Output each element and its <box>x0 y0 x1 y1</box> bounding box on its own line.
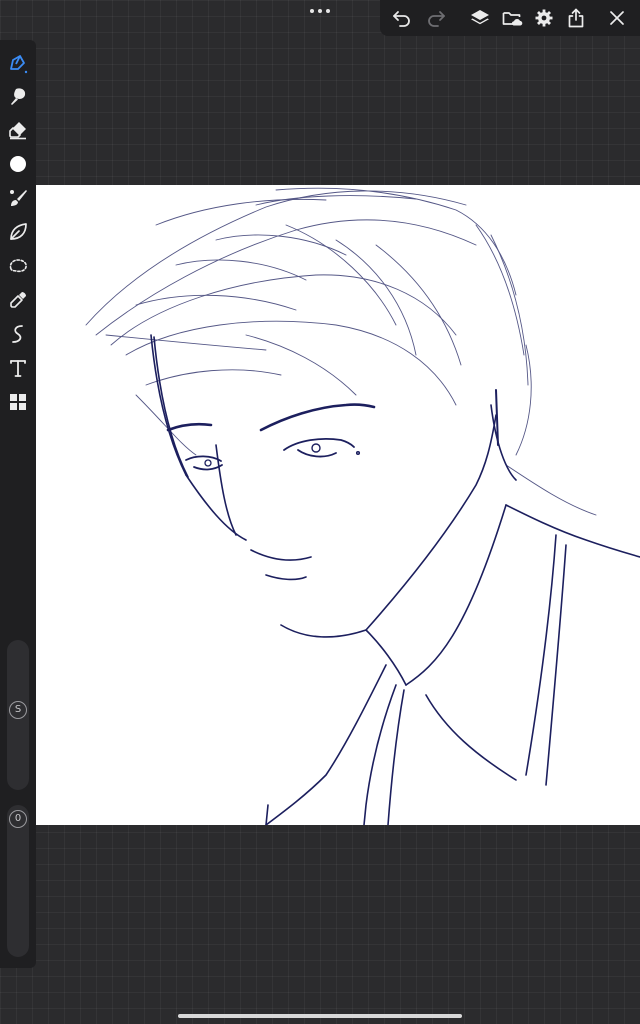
layout-grid-icon <box>10 394 26 410</box>
tool-color[interactable] <box>3 150 33 178</box>
sketch-lineart <box>85 187 640 825</box>
lasso-icon <box>9 259 27 273</box>
close-button[interactable] <box>602 4 632 32</box>
text-icon <box>10 360 26 377</box>
gear-icon <box>535 9 553 27</box>
curve-icon <box>12 325 23 343</box>
layers-button[interactable] <box>465 4 495 32</box>
home-indicator[interactable] <box>178 1014 462 1018</box>
settings-button[interactable] <box>529 4 559 32</box>
left-tool-rail: S 0 <box>0 40 36 968</box>
tool-smudge[interactable] <box>3 82 33 110</box>
layers-icon <box>471 10 489 25</box>
procreate-workspace[interactable]: S 0 <box>0 0 640 1024</box>
share-icon <box>568 8 584 28</box>
dot <box>326 9 330 13</box>
pen-icon <box>10 55 28 74</box>
share-button[interactable] <box>561 4 591 32</box>
smudge-icon <box>11 88 26 105</box>
eraser-icon <box>9 122 26 140</box>
drawing-canvas[interactable] <box>36 185 640 825</box>
eye-strokes <box>185 437 361 471</box>
undo-button[interactable] <box>387 4 417 32</box>
eyebrow-strokes <box>166 403 376 432</box>
folder-cloud-icon <box>502 12 523 26</box>
tool-pen[interactable] <box>3 49 33 77</box>
eyedropper-icon <box>10 292 26 308</box>
opacity-label: 0 <box>9 810 27 828</box>
redo-button[interactable] <box>421 4 451 32</box>
hair-strokes <box>85 187 597 516</box>
tool-adjustments[interactable] <box>3 388 33 416</box>
undo-icon <box>393 11 410 27</box>
brush-size-knob[interactable]: S <box>8 700 28 720</box>
close-icon <box>610 11 624 25</box>
redo-icon <box>428 11 445 27</box>
size-label: S <box>9 701 27 719</box>
brush-icon <box>10 190 27 206</box>
tool-transform[interactable] <box>3 320 33 348</box>
tool-liquify[interactable] <box>3 218 33 246</box>
dot <box>310 9 314 13</box>
leaf-icon <box>10 223 27 240</box>
tool-selection[interactable] <box>3 252 33 280</box>
top-toolbar <box>380 0 640 36</box>
structure-strokes <box>150 334 640 825</box>
color-dot-icon <box>10 156 26 172</box>
opacity-knob[interactable]: 0 <box>8 809 28 829</box>
top-handle-dots[interactable] <box>300 2 340 20</box>
gallery-button[interactable] <box>497 4 527 32</box>
tool-brush[interactable] <box>3 184 33 212</box>
tool-eraser[interactable] <box>3 116 33 144</box>
tool-text[interactable] <box>3 354 33 382</box>
tool-eyedropper[interactable] <box>3 286 33 314</box>
dot <box>318 9 322 13</box>
